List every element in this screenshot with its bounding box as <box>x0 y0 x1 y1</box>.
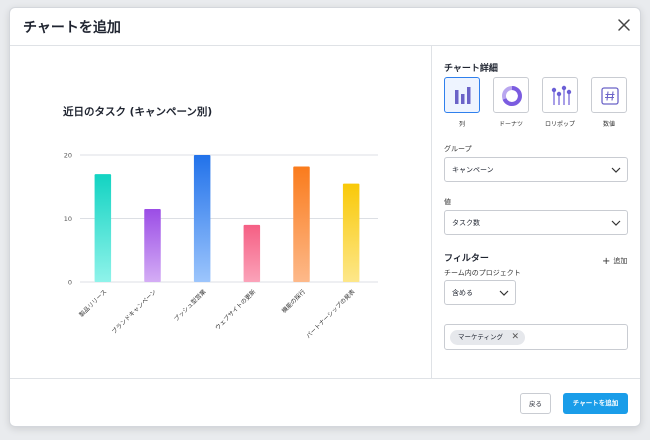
chart-type-label: 数値 <box>602 121 615 128</box>
bar[interactable] <box>144 209 161 282</box>
plus-icon: + <box>602 256 611 267</box>
value-select-value: タスク数 <box>452 219 480 227</box>
chart-details-panel: チャート詳細 列 ドーナツ ロリポップ 数値 グループ キャンペーン 値 タスク… <box>431 46 640 378</box>
chart-type-label: ロリポップ <box>544 121 575 128</box>
back-button[interactable]: 戻る <box>520 393 551 414</box>
details-title: チャート詳細 <box>444 64 498 74</box>
add-filter-button[interactable]: + 追加 <box>602 255 628 267</box>
chart-type-label: 列 <box>458 121 465 128</box>
y-tick-label: 10 <box>64 215 72 223</box>
value-select[interactable]: タスク数 <box>444 210 628 235</box>
close-icon[interactable] <box>616 17 632 33</box>
x-tick-label: 製品リリース <box>77 288 108 319</box>
donut-chart-icon <box>502 86 522 106</box>
x-tick-label: ウェブサイトの更新 <box>213 288 257 332</box>
add-filter-label: 追加 <box>613 257 628 265</box>
bar[interactable] <box>342 183 360 282</box>
chevron-down-icon <box>499 290 509 296</box>
chart-type-label: ドーナツ <box>498 121 523 128</box>
bar[interactable] <box>293 166 310 282</box>
chart-type-lollipop-button[interactable] <box>542 77 578 113</box>
x-tick-label: ブランドキャンペーン <box>110 288 158 336</box>
filter-title: フィルター <box>444 254 489 264</box>
group-select-value: キャンペーン <box>452 166 494 174</box>
add-chart-dialog: チャートを追加 近日のタスク (キャンペーン別) 0 10 20 製品リリース ブランド… <box>9 7 641 427</box>
dialog-header: チャートを追加 <box>10 8 640 46</box>
filter-values-input[interactable]: マーケティング ✕ <box>444 324 628 350</box>
chart-type-donut-button[interactable] <box>493 77 529 113</box>
y-tick-label: 20 <box>64 152 72 160</box>
bar[interactable] <box>243 224 261 282</box>
group-select[interactable]: キャンペーン <box>444 157 628 182</box>
bar[interactable] <box>193 155 211 282</box>
dialog-footer: 戻る チャートを追加 <box>10 378 640 426</box>
add-chart-button[interactable]: チャートを追加 <box>563 393 628 414</box>
chart-type-number-button[interactable] <box>591 77 627 113</box>
dialog-title: チャートを追加 <box>23 20 121 36</box>
column-chart-icon <box>455 87 471 104</box>
filter-operator-select[interactable]: 含める <box>444 280 516 305</box>
chevron-down-icon <box>611 167 621 173</box>
bar[interactable] <box>94 174 112 282</box>
y-tick-label: 0 <box>68 279 72 287</box>
number-icon <box>601 87 619 105</box>
remove-tag-icon[interactable]: ✕ <box>511 330 519 345</box>
chevron-down-icon <box>611 220 621 226</box>
x-tick-label: プッシュ型営業 <box>172 288 207 323</box>
chart-type-column-button[interactable] <box>444 77 480 113</box>
filter-tag: マーケティング ✕ <box>450 330 525 345</box>
x-tick-label: 機能の採行 <box>280 288 307 315</box>
filter-operator-value: 含める <box>452 289 473 297</box>
value-label: 値 <box>444 198 451 206</box>
filter-tag-label: マーケティング <box>458 333 503 341</box>
bar-chart: 0 10 20 製品リリース ブランドキャンペーン プッシュ型営業 ウェブサイトの更新 機能の… <box>64 152 378 340</box>
lollipop-chart-icon <box>551 85 572 105</box>
group-label: グループ <box>444 145 472 153</box>
x-tick-label: パートナーシップの発表 <box>304 288 356 340</box>
filter-field-label: チーム内のプロジェクト <box>444 269 521 277</box>
